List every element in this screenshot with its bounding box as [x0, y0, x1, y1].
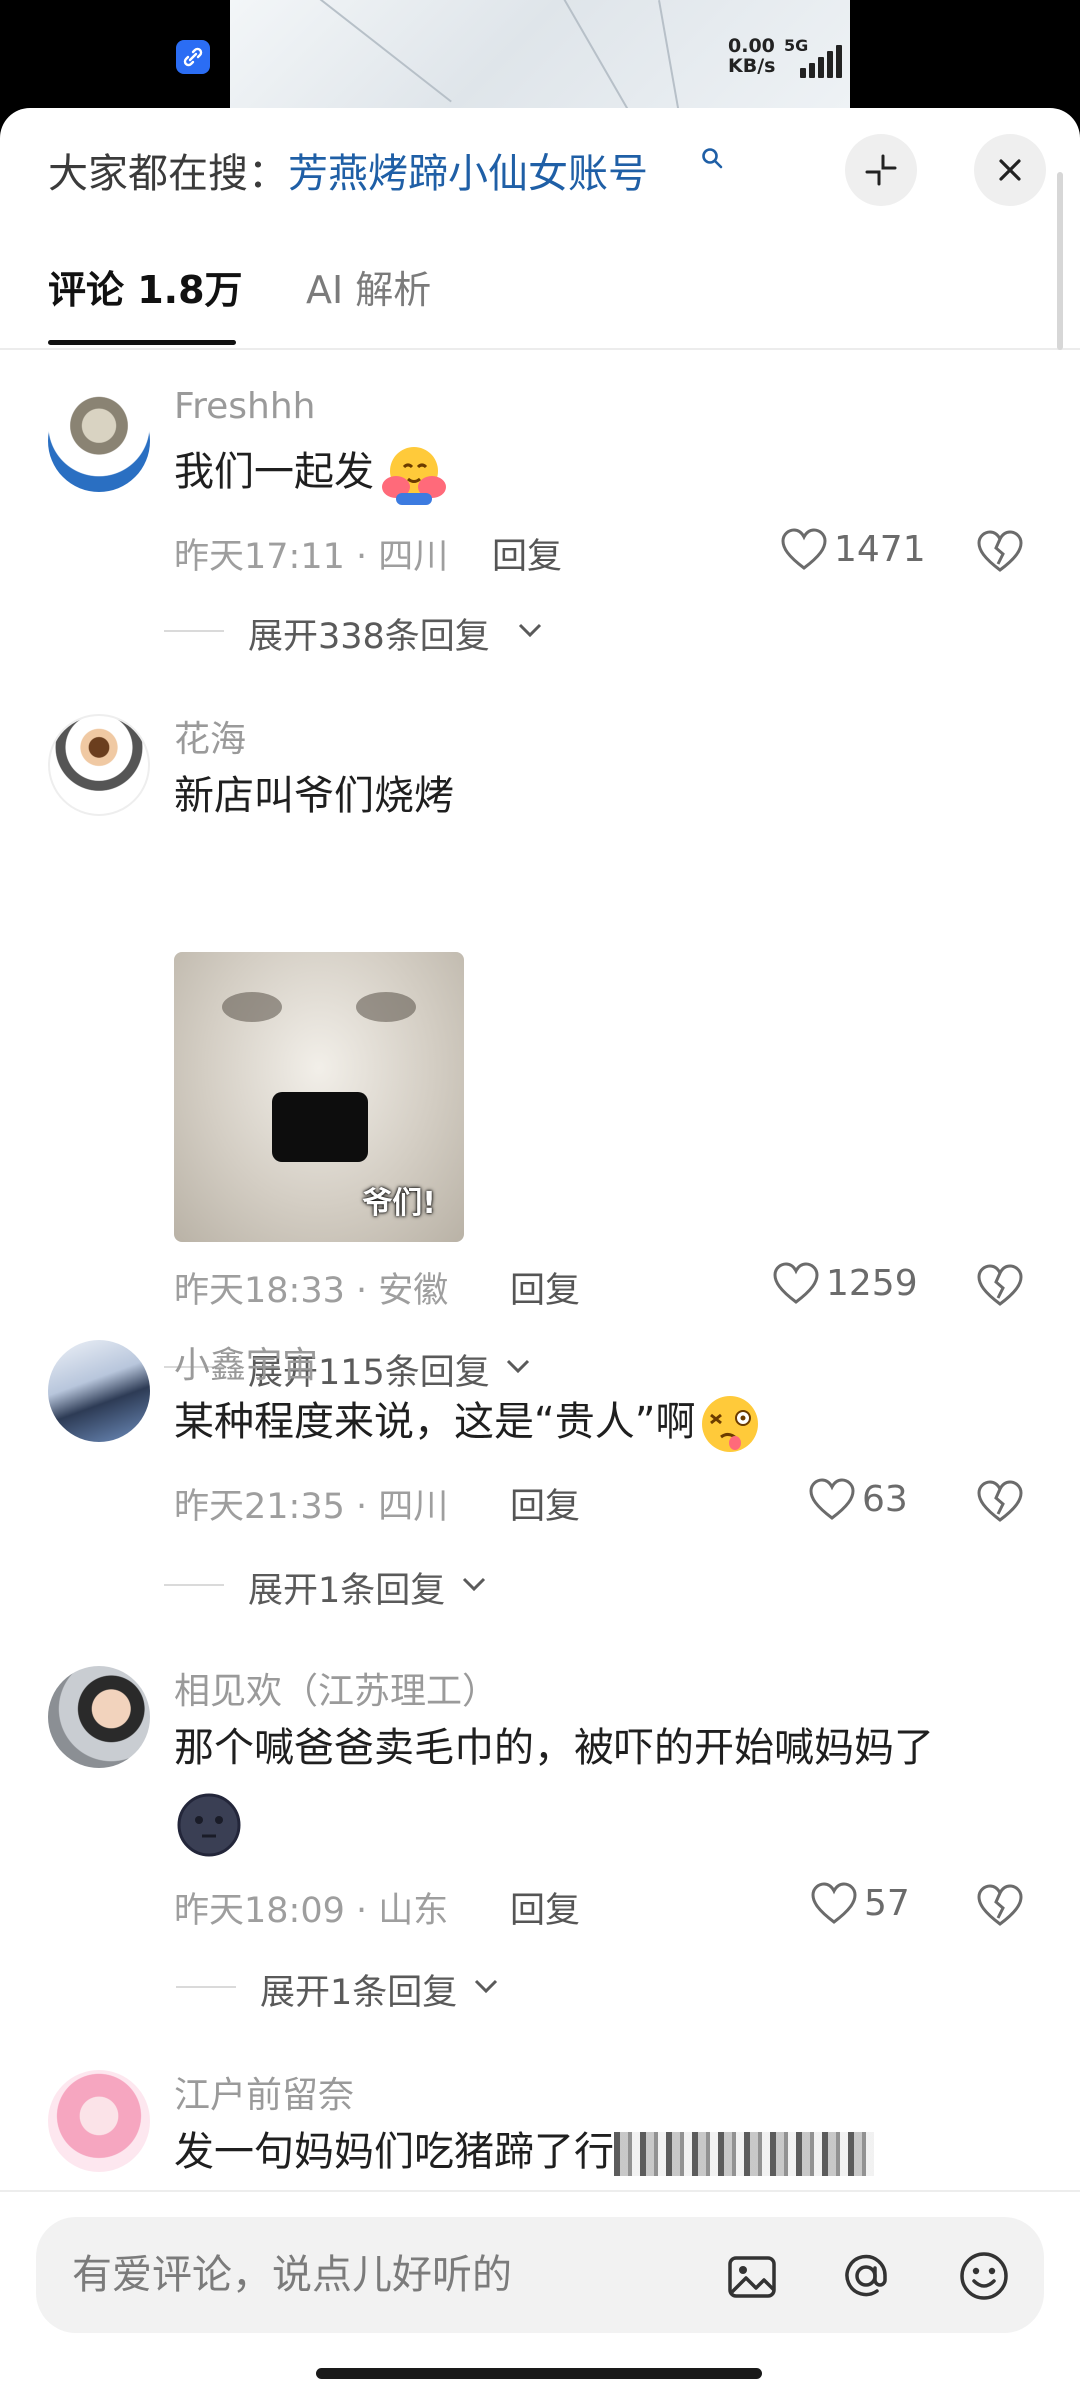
comment-text: 新店叫爷们烧烤 — [174, 773, 454, 819]
avatar[interactable] — [48, 390, 150, 492]
link-icon — [176, 40, 210, 74]
comment-meta: 昨天21:35 · 四川 — [174, 1478, 448, 1529]
comment-text: 某种程度来说，这是“贵人”啊 — [174, 1390, 765, 1454]
dislike-broken-heart-icon[interactable] — [976, 1262, 1024, 1310]
signal-icon — [800, 44, 850, 78]
comment-text: 那个喊爸爸卖毛巾的，被吓的开始喊妈妈了 — [174, 1725, 934, 1771]
comment-location: 山东 — [378, 1891, 449, 1931]
comment-location: 四川 — [378, 1487, 449, 1527]
heart-icon — [781, 528, 827, 570]
active-tab-indicator — [48, 340, 236, 345]
like-button[interactable]: 57 — [810, 1880, 920, 1930]
avatar[interactable] — [48, 1340, 150, 1442]
close-button[interactable] — [974, 134, 1046, 206]
avatar[interactable] — [48, 1666, 150, 1768]
like-button[interactable]: 1259 — [772, 1260, 920, 1310]
comment-time: 昨天18:33 — [174, 1271, 345, 1311]
dislike-broken-heart-icon[interactable] — [976, 1478, 1024, 1526]
username[interactable]: 相见欢（江苏理工） — [174, 1662, 498, 1714]
network-speed: 0.00 KB/s 5G — [728, 35, 809, 77]
avatar[interactable] — [48, 2070, 150, 2172]
expand-replies-label: 展开1条回复 — [260, 1973, 458, 2013]
heart-icon — [773, 1262, 819, 1304]
comment-meta: 昨天18:33 · 安徽 — [174, 1262, 448, 1313]
collapse-icon — [865, 154, 897, 186]
new-moon-face-emoji-icon — [177, 1793, 241, 1857]
reply-button[interactable]: 回复 — [510, 1882, 580, 1933]
comment-location: 安徽 — [378, 1271, 449, 1311]
search-icon[interactable] — [700, 146, 724, 170]
comment-input[interactable]: 有爱评论，说点儿好听的 — [36, 2217, 1044, 2333]
divider — [164, 630, 224, 632]
close-icon — [999, 159, 1021, 181]
comment-text: 我们一起发 — [174, 440, 450, 505]
blurred-text — [614, 2132, 874, 2176]
reply-button[interactable]: 回复 — [492, 528, 562, 579]
like-count: 1471 — [834, 529, 926, 570]
hot-search-term[interactable]: 芳燕烤蹄小仙女账号 — [288, 151, 648, 197]
divider — [176, 1986, 236, 1988]
woozy-face-emoji-icon — [702, 1396, 759, 1452]
like-count: 57 — [864, 1883, 910, 1924]
like-button[interactable]: 1471 — [780, 526, 926, 576]
username[interactable]: 花海 — [174, 710, 246, 762]
comment-time: 昨天18:09 — [174, 1891, 345, 1931]
meta-separator: · — [356, 1487, 368, 1527]
hot-search[interactable]: 大家都在搜：芳燕烤蹄小仙女账号 — [48, 144, 648, 204]
comment-time: 昨天21:35 — [174, 1487, 345, 1527]
heart-icon — [809, 1478, 855, 1520]
divider — [164, 1584, 224, 1586]
sticker-caption: 爷们! — [362, 1186, 436, 1221]
username[interactable]: 小鑫宇宙 — [174, 1336, 318, 1388]
home-indicator[interactable] — [316, 2368, 762, 2379]
comment-meta: 昨天18:09 · 山东 — [174, 1882, 448, 1933]
like-button[interactable]: 63 — [808, 1476, 920, 1526]
tab-comments[interactable]: 评论 1.8万 — [48, 260, 243, 320]
reply-button[interactable]: 回复 — [510, 1478, 580, 1529]
emoji-icon[interactable] — [956, 2248, 1012, 2304]
meta-separator: · — [356, 537, 368, 577]
sticker-image[interactable]: 爷们! — [174, 952, 464, 1242]
comment-text: 发一句妈妈们吃猪蹄了行 — [174, 2120, 874, 2184]
chevron-down-icon — [474, 1979, 498, 1994]
expand-replies-label: 展开338条回复 — [248, 617, 490, 657]
avatar[interactable] — [48, 714, 150, 816]
tab-ai-analysis[interactable]: AI 解析 — [306, 260, 431, 320]
collapse-button[interactable] — [845, 134, 917, 206]
like-count: 63 — [862, 1479, 908, 1520]
chevron-down-icon — [518, 623, 542, 638]
comment-sheet: 大家都在搜：芳燕烤蹄小仙女账号 评论 1.8万 AI 解析 Freshhh 我们… — [0, 108, 1080, 2403]
hugging-face-emoji-icon — [382, 447, 446, 505]
reply-button[interactable]: 回复 — [510, 1262, 580, 1313]
dislike-broken-heart-icon[interactable] — [976, 528, 1024, 576]
dislike-broken-heart-icon[interactable] — [976, 1882, 1024, 1930]
hot-search-prefix: 大家都在搜： — [48, 151, 288, 197]
meta-separator: · — [356, 1271, 368, 1311]
mention-icon[interactable] — [838, 2248, 894, 2304]
heart-icon — [811, 1882, 857, 1924]
comment-meta: 昨天17:11 · 四川 — [174, 528, 448, 579]
like-count: 1259 — [826, 1263, 918, 1304]
scrollbar[interactable] — [1057, 172, 1063, 350]
meta-separator: · — [356, 1891, 368, 1931]
divider — [0, 348, 1080, 350]
expand-replies-label: 展开1条回复 — [248, 1571, 446, 1611]
username[interactable]: 江户前留奈 — [174, 2066, 354, 2118]
chevron-down-icon — [462, 1577, 486, 1592]
status-bar: 0.00 KB/s 5G — [0, 0, 1080, 158]
username[interactable]: Freshhh — [174, 386, 315, 427]
chevron-down-icon — [506, 1359, 530, 1374]
comment-input-placeholder: 有爱评论，说点儿好听的 — [72, 2252, 512, 2298]
image-icon[interactable] — [724, 2248, 780, 2304]
comment-time: 昨天17:11 — [174, 537, 345, 577]
comment-location: 四川 — [378, 537, 449, 577]
